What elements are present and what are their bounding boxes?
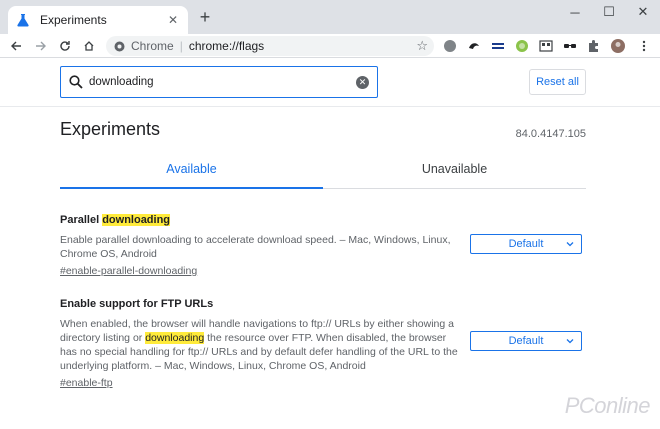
page-title: Experiments	[60, 119, 161, 139]
more-menu-icon[interactable]	[634, 36, 654, 56]
extension-swirl-icon[interactable]	[467, 39, 481, 53]
flask-icon	[17, 14, 29, 27]
url-separator: |	[179, 39, 183, 53]
flag-permalink[interactable]: #enable-ftp	[60, 377, 113, 389]
flag-parallel-downloading: Parallel downloading Enable parallel dow…	[60, 214, 586, 279]
search-highlight: downloading	[102, 214, 171, 226]
tab-strip: Experiments ✕ + ─ ☐ ✕	[0, 0, 660, 34]
search-icon	[69, 75, 83, 89]
flag-title: Enable support for FTP URLs	[60, 298, 214, 310]
new-tab-icon[interactable]: +	[196, 8, 214, 26]
search-highlight: downloading	[145, 332, 205, 344]
back-icon[interactable]	[6, 36, 26, 56]
forward-icon[interactable]	[31, 36, 51, 56]
reset-all-button[interactable]: Reset all	[529, 69, 586, 95]
flag-description: Enable parallel downloading to accelerat…	[60, 234, 451, 260]
chrome-site-icon	[114, 41, 125, 51]
tab-title: Experiments	[40, 13, 107, 27]
browser-toolbar: Chrome | chrome://flags ☆	[0, 34, 660, 58]
extension-lines-icon[interactable]	[491, 39, 505, 53]
tab-experiments[interactable]: Experiments ✕	[8, 6, 188, 34]
clear-search-icon[interactable]: ✕	[356, 75, 369, 89]
flags-header: ✕ Reset all	[0, 59, 660, 107]
watermark: PConline	[564, 393, 651, 418]
chevron-down-icon	[566, 339, 574, 344]
minimize-icon[interactable]: ─	[558, 0, 592, 24]
tab-available[interactable]: Available	[60, 152, 323, 189]
flag-ftp-support: Enable support for FTP URLs When enabled…	[60, 298, 586, 391]
extension-grid-icon[interactable]	[539, 39, 553, 53]
close-window-icon[interactable]: ✕	[626, 0, 660, 24]
address-bar[interactable]: Chrome | chrome://flags ☆	[106, 36, 434, 56]
select-value: Default	[508, 335, 544, 347]
bookmark-star-icon[interactable]: ☆	[416, 38, 428, 54]
tab-unavailable[interactable]: Unavailable	[323, 152, 586, 188]
flag-state-select[interactable]: Default	[470, 234, 582, 254]
extension-glasses-icon[interactable]	[563, 39, 577, 53]
extensions-puzzle-icon[interactable]	[587, 39, 601, 53]
flag-title: Parallel downloading	[60, 214, 586, 229]
flag-state-select[interactable]: Default	[470, 331, 582, 351]
search-input[interactable]	[89, 76, 356, 88]
flag-description: When enabled, the browser will handle na…	[60, 317, 460, 373]
extension-sphere-icon[interactable]	[443, 39, 457, 53]
url-text: chrome://flags	[188, 39, 265, 53]
search-box: ✕	[60, 66, 378, 98]
flag-permalink[interactable]: #enable-parallel-downloading	[60, 265, 197, 277]
flag-title-text: Parallel	[60, 214, 103, 226]
flag-tabs: Available Unavailable	[60, 152, 586, 189]
profile-avatar-icon[interactable]	[611, 39, 625, 53]
close-tab-icon[interactable]: ✕	[166, 13, 180, 27]
maximize-icon[interactable]: ☐	[592, 0, 626, 24]
select-value: Default	[508, 238, 544, 250]
chevron-down-icon	[566, 242, 574, 247]
reload-icon[interactable]	[55, 36, 75, 56]
window-controls: ─ ☐ ✕	[558, 0, 660, 24]
extension-green-dot-icon[interactable]	[515, 39, 529, 53]
site-label: Chrome	[131, 39, 174, 53]
version-label: 84.0.4147.105	[515, 128, 586, 140]
home-icon[interactable]	[79, 36, 99, 56]
